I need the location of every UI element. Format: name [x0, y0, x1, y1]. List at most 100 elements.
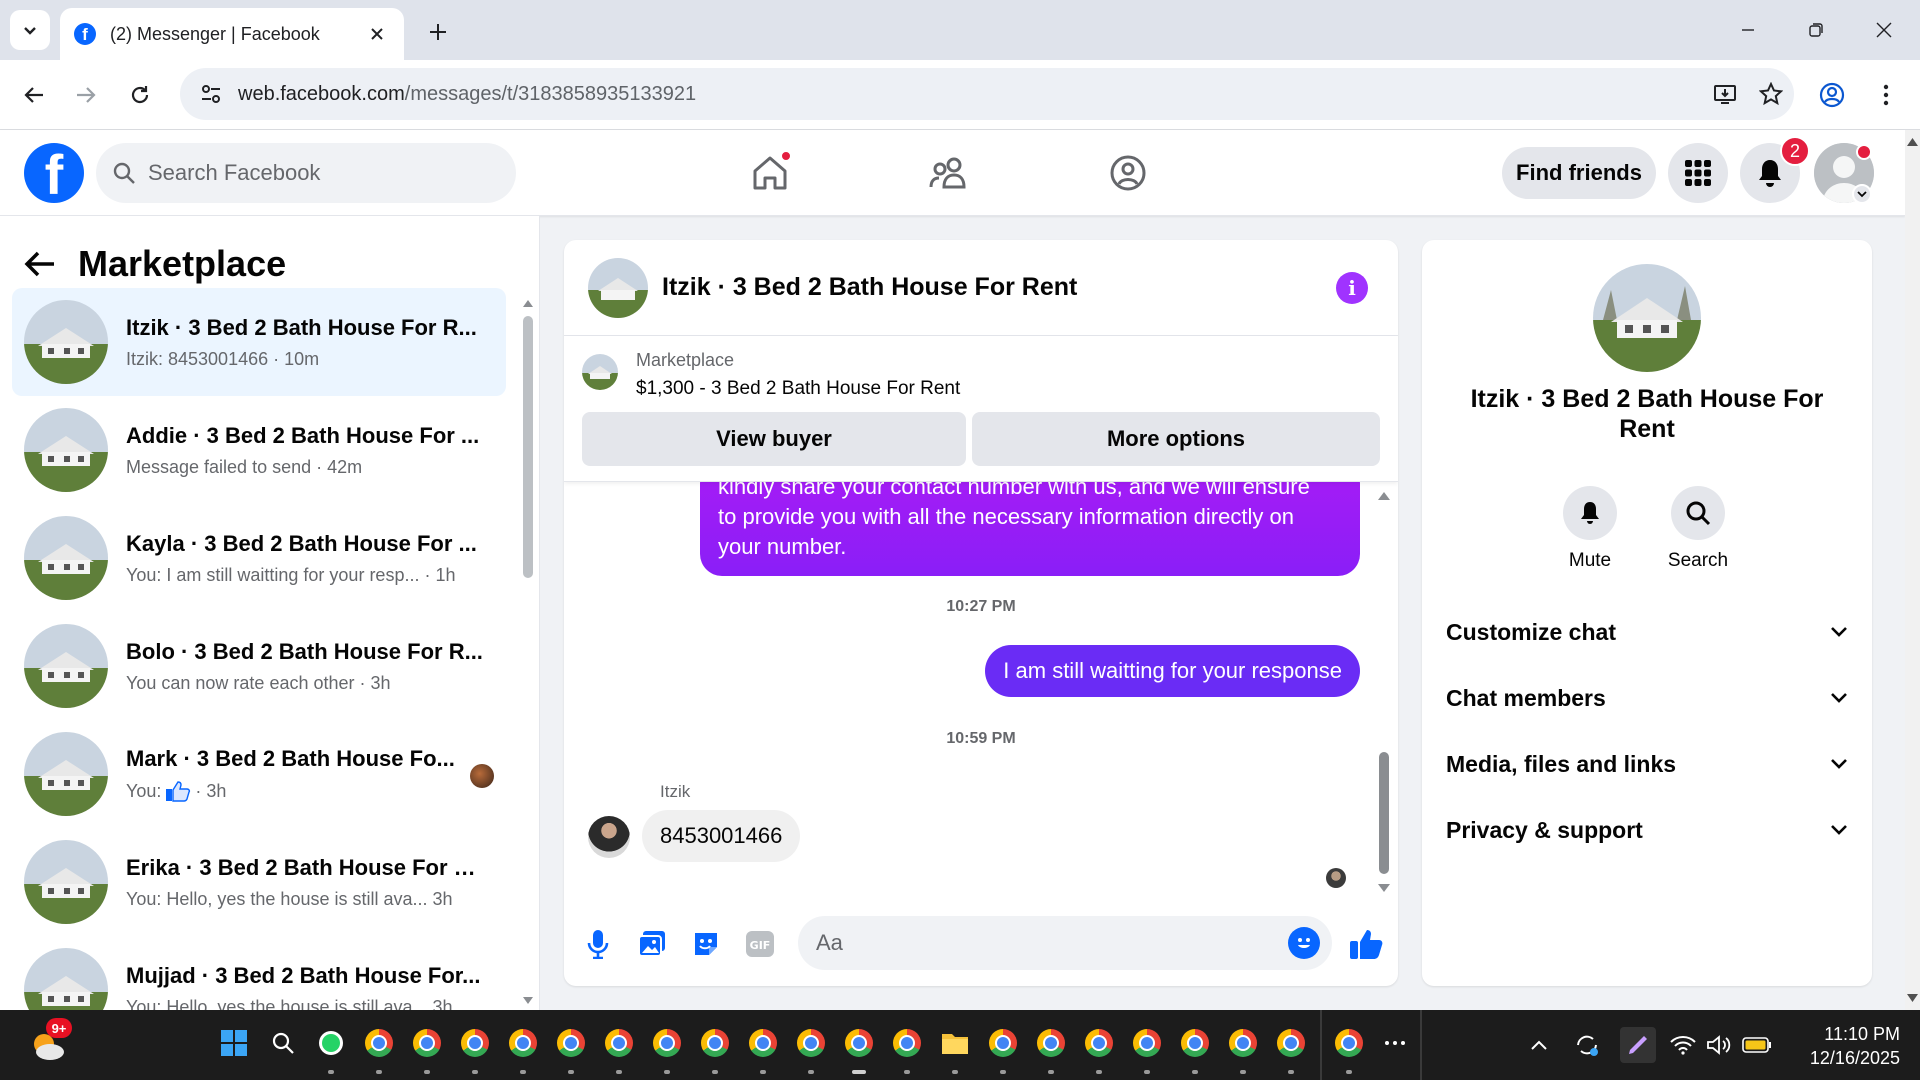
- message-input[interactable]: [816, 930, 1276, 956]
- send-like-button[interactable]: [1348, 926, 1384, 962]
- conversation-item[interactable]: Bolo · 3 Bed 2 Bath House For R... You c…: [12, 612, 506, 720]
- scroll-up-icon[interactable]: [1376, 490, 1392, 502]
- taskbar-chrome[interactable]: [796, 1028, 826, 1058]
- show-hidden-icons-button[interactable]: [1524, 1030, 1554, 1060]
- outgoing-message[interactable]: I am still waitting for your response: [985, 645, 1360, 697]
- scroll-down-icon[interactable]: [1376, 882, 1392, 894]
- taskbar-chrome[interactable]: [652, 1028, 682, 1058]
- sender-avatar[interactable]: [588, 816, 630, 858]
- taskbar-file-explorer[interactable]: [940, 1028, 970, 1058]
- sync-tray-icon[interactable]: [1572, 1030, 1602, 1060]
- facebook-search[interactable]: [96, 143, 516, 203]
- taskbar-chrome[interactable]: [1132, 1028, 1162, 1058]
- back-button[interactable]: [14, 75, 54, 115]
- message-input-box[interactable]: [798, 916, 1332, 970]
- taskbar-chrome[interactable]: [364, 1028, 394, 1058]
- search-action[interactable]: Search: [1658, 486, 1738, 572]
- profile-button[interactable]: [1812, 75, 1852, 115]
- volume-tray-icon[interactable]: [1704, 1030, 1734, 1060]
- url-text[interactable]: web.facebook.com/messages/t/318385893513…: [238, 83, 1702, 106]
- taskbar-chrome[interactable]: [892, 1028, 922, 1058]
- taskbar-chrome[interactable]: [556, 1028, 586, 1058]
- nav-home[interactable]: [740, 144, 800, 202]
- tab-close-button[interactable]: [364, 21, 390, 47]
- message-thread-scrollbar[interactable]: [1376, 490, 1392, 894]
- outgoing-message[interactable]: kindly share your contact number with us…: [700, 482, 1360, 576]
- taskbar-search-button[interactable]: [268, 1028, 298, 1058]
- taskbar-whatsapp[interactable]: [316, 1028, 346, 1058]
- taskbar-chrome[interactable]: [1036, 1028, 1066, 1058]
- info-icon[interactable]: i: [1336, 272, 1368, 304]
- scrollbar-thumb[interactable]: [1379, 752, 1389, 874]
- listing-price[interactable]: $1,300 - 3 Bed 2 Bath House For Rent: [636, 378, 960, 400]
- browser-menu-button[interactable]: [1866, 75, 1906, 115]
- facebook-search-input[interactable]: [148, 160, 478, 186]
- reload-button[interactable]: [120, 75, 160, 115]
- chat-avatar[interactable]: [588, 257, 648, 318]
- scroll-up-icon[interactable]: [522, 298, 534, 308]
- conversation-item[interactable]: Mark · 3 Bed 2 Bath House Fo... You: · 3…: [12, 720, 506, 828]
- mute-button[interactable]: [1563, 486, 1617, 540]
- taskbar-clock[interactable]: 11:10 PM 12/16/2025: [1780, 1022, 1900, 1070]
- conversation-item[interactable]: Mujjad · 3 Bed 2 Bath House For... You: …: [12, 936, 506, 1010]
- emoji-button[interactable]: [1288, 927, 1320, 959]
- page-scrollbar[interactable]: [1905, 130, 1920, 1010]
- more-options-button[interactable]: More options: [972, 412, 1380, 466]
- menu-button[interactable]: [1668, 143, 1728, 203]
- taskbar-chrome[interactable]: [988, 1028, 1018, 1058]
- chat-members-row[interactable]: Chat members: [1446, 670, 1848, 726]
- taskbar-chrome[interactable]: [1276, 1028, 1306, 1058]
- media-files-links-row[interactable]: Media, files and links: [1446, 736, 1848, 792]
- window-close-button[interactable]: [1862, 12, 1906, 48]
- scroll-down-icon[interactable]: [522, 996, 534, 1006]
- taskbar-chrome[interactable]: [1084, 1028, 1114, 1058]
- taskbar-chrome[interactable]: [460, 1028, 490, 1058]
- scroll-down-icon[interactable]: [1905, 992, 1920, 1004]
- conversation-item[interactable]: Kayla · 3 Bed 2 Bath House For ... You: …: [12, 504, 506, 612]
- taskbar-chrome[interactable]: [748, 1028, 778, 1058]
- forward-button[interactable]: [66, 75, 106, 115]
- attach-photo-button[interactable]: [634, 926, 670, 962]
- site-info-button[interactable]: [196, 79, 226, 109]
- find-friends-button[interactable]: Find friends: [1502, 147, 1656, 199]
- window-restore-button[interactable]: [1794, 12, 1838, 48]
- new-tab-button[interactable]: [420, 14, 456, 50]
- taskbar-chrome[interactable]: [508, 1028, 538, 1058]
- privacy-support-row[interactable]: Privacy & support: [1446, 802, 1848, 858]
- window-minimize-button[interactable]: [1726, 12, 1770, 48]
- taskbar-chrome[interactable]: [412, 1028, 442, 1058]
- conversation-item[interactable]: Addie · 3 Bed 2 Bath House For ... Messa…: [12, 396, 506, 504]
- tab-search-button[interactable]: [10, 10, 50, 50]
- start-button[interactable]: [219, 1028, 249, 1058]
- incoming-message[interactable]: 8453001466: [642, 810, 801, 862]
- account-menu-chevron[interactable]: [1852, 184, 1872, 204]
- scroll-up-icon[interactable]: [1905, 136, 1920, 148]
- install-app-button[interactable]: [1702, 71, 1748, 117]
- view-buyer-button[interactable]: View buyer: [582, 412, 966, 466]
- taskbar-chrome[interactable]: [1228, 1028, 1258, 1058]
- taskbar-chrome[interactable]: [844, 1028, 874, 1058]
- mute-action[interactable]: Mute: [1550, 486, 1630, 572]
- taskbar-chrome[interactable]: [700, 1028, 730, 1058]
- nav-groups[interactable]: [1098, 144, 1158, 202]
- taskbar-chrome[interactable]: [1180, 1028, 1210, 1058]
- gif-button[interactable]: GIF: [742, 926, 778, 962]
- contact-avatar[interactable]: [1593, 264, 1701, 372]
- facebook-logo-icon[interactable]: f: [24, 143, 84, 203]
- search-in-chat-button[interactable]: [1671, 486, 1725, 540]
- scrollbar-thumb[interactable]: [523, 316, 533, 578]
- chat-title[interactable]: Itzik · 3 Bed 2 Bath House For Rent: [662, 273, 1077, 302]
- browser-tab-messenger[interactable]: f (2) Messenger | Facebook: [60, 8, 404, 60]
- voice-clip-button[interactable]: [580, 926, 616, 962]
- conversation-list-scrollbar[interactable]: [522, 294, 534, 1006]
- back-arrow-icon[interactable]: [24, 250, 56, 278]
- conversation-item[interactable]: Itzik · 3 Bed 2 Bath House For R... Itzi…: [12, 288, 506, 396]
- battery-tray-icon[interactable]: [1742, 1030, 1772, 1060]
- pen-tray-icon[interactable]: [1620, 1027, 1656, 1063]
- nav-friends[interactable]: [918, 144, 978, 202]
- sticker-button[interactable]: [688, 926, 724, 962]
- bookmark-button[interactable]: [1748, 71, 1794, 117]
- taskbar-chrome[interactable]: [604, 1028, 634, 1058]
- address-bar[interactable]: web.facebook.com/messages/t/318385893513…: [180, 68, 1794, 120]
- taskbar-overflow-button[interactable]: [1380, 1028, 1410, 1058]
